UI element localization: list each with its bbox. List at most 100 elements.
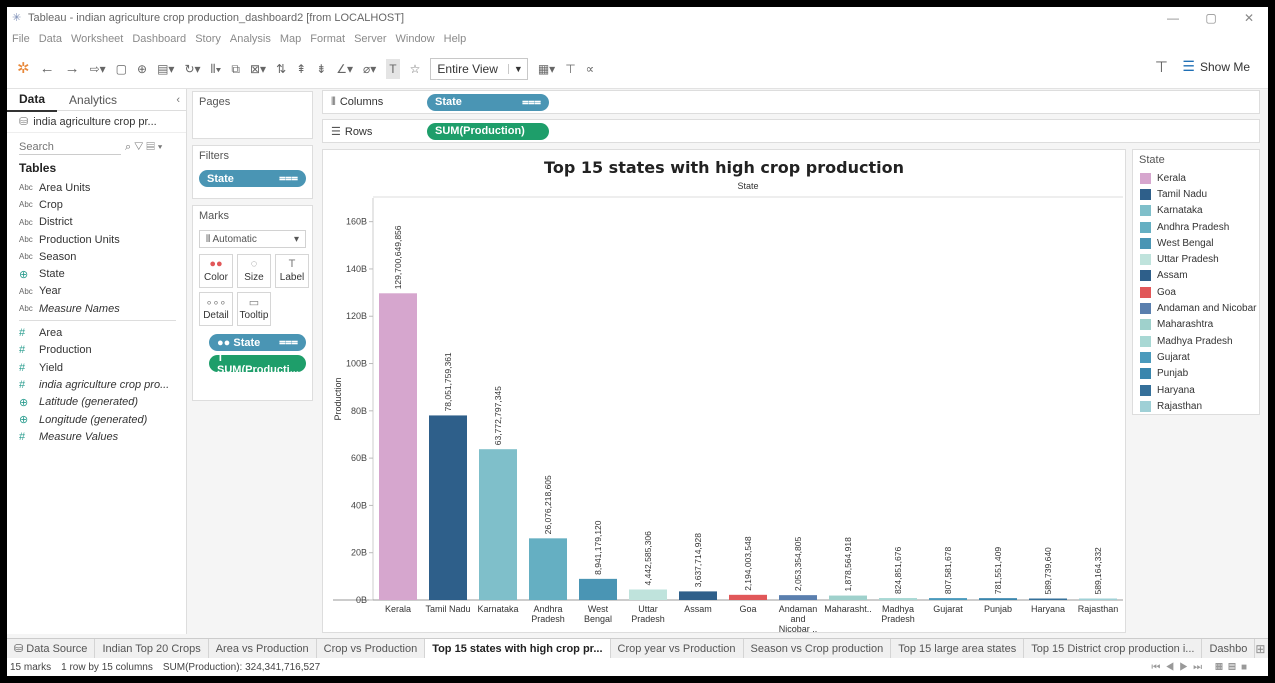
clear-sheet-icon[interactable]: ⊠▾ bbox=[250, 59, 266, 79]
menu-story[interactable]: Story bbox=[195, 33, 221, 45]
legend-item[interactable]: Andaman and Nicobar I.. bbox=[1133, 300, 1259, 316]
legend-item[interactable]: West Bengal bbox=[1133, 235, 1259, 251]
viz-area[interactable]: Top 15 states with high crop production … bbox=[322, 149, 1127, 634]
menu-data[interactable]: Data bbox=[39, 33, 62, 45]
field-item[interactable]: # india agriculture crop pro... bbox=[7, 376, 186, 393]
legend-item[interactable]: Assam bbox=[1133, 268, 1259, 284]
presentation-icon[interactable]: ⊤ bbox=[565, 59, 575, 79]
field-item[interactable]: # Measure Values bbox=[7, 428, 186, 445]
color-button[interactable]: ●● Color bbox=[199, 254, 233, 288]
show-me-button[interactable]: ☰ Show Me bbox=[1182, 58, 1250, 75]
field-item[interactable]: # Area bbox=[7, 324, 186, 341]
sheet-tab[interactable]: Top 15 states with high crop pr... bbox=[425, 638, 611, 659]
field-item[interactable]: Abc Production Units bbox=[7, 231, 186, 248]
field-item[interactable]: Abc Area Units bbox=[7, 179, 186, 196]
menu-file[interactable]: File bbox=[12, 33, 30, 45]
tooltip-button[interactable]: ▭ Tooltip bbox=[237, 292, 271, 326]
sheet-tab[interactable]: Top 15 District crop production i... bbox=[1024, 638, 1203, 659]
rows-pill-production[interactable]: SUM(Production) bbox=[427, 122, 549, 140]
sheet-tab[interactable]: Dashbo bbox=[1202, 638, 1256, 659]
pages-card[interactable]: Pages bbox=[192, 91, 313, 139]
sheet-tab[interactable]: Crop year vs Production bbox=[611, 638, 744, 659]
sort-descending-icon[interactable]: ⇟ bbox=[316, 59, 326, 79]
sheet-tab[interactable]: Season vs Crop production bbox=[744, 638, 892, 659]
duplicate-icon[interactable]: ⧉ bbox=[231, 59, 240, 79]
field-search-input[interactable] bbox=[19, 139, 121, 155]
filter-pill-state[interactable]: State ⩶ bbox=[199, 170, 306, 187]
tab-data[interactable]: Data bbox=[7, 88, 58, 112]
show-labels-icon[interactable]: T bbox=[386, 58, 400, 79]
sheet-nav-icons[interactable]: ⏮◀▶⏭ ▦▤■ bbox=[1151, 662, 1252, 673]
columns-pill-state[interactable]: State ⩶ bbox=[427, 93, 549, 111]
restore-button[interactable]: ▢ bbox=[1192, 7, 1230, 29]
forward-icon[interactable]: → bbox=[65, 59, 80, 79]
new-sheet-icons[interactable]: ⊞⊟⊡ bbox=[1255, 642, 1268, 656]
legend-item[interactable]: Haryana bbox=[1133, 382, 1259, 398]
field-item[interactable]: Abc Crop bbox=[7, 196, 186, 213]
fix-axes-icon[interactable]: ☆ bbox=[410, 59, 421, 79]
search-filter-icons[interactable]: ⌕▽▤▾ bbox=[125, 141, 165, 154]
new-chart-icon[interactable]: ⫴▾ bbox=[211, 59, 222, 79]
filters-card[interactable]: Filters State ⩶ bbox=[192, 145, 313, 199]
rows-shelf[interactable]: ☰ Rows SUM(Production) bbox=[322, 119, 1260, 143]
legend-item[interactable]: Punjab bbox=[1133, 366, 1259, 382]
detail-button[interactable]: ∘∘∘ Detail bbox=[199, 292, 233, 326]
back-icon[interactable]: ← bbox=[40, 59, 55, 79]
data-source-tab[interactable]: ⛁ Data Source bbox=[7, 638, 96, 659]
legend-item[interactable]: Rajasthan bbox=[1133, 398, 1259, 414]
bar-chart[interactable]: State 0B 20B 40B 60B 80B 100B 120B 140B 160B Produ… bbox=[323, 150, 1127, 634]
field-item[interactable]: Abc Measure Names bbox=[7, 300, 186, 317]
menu-server[interactable]: Server bbox=[354, 33, 386, 45]
save-icon[interactable]: ▢ bbox=[116, 59, 127, 79]
minimize-button[interactable]: — bbox=[1154, 7, 1192, 29]
refresh-icon[interactable]: ↻▾ bbox=[184, 59, 200, 79]
sheet-tab[interactable]: Top 15 large area states bbox=[891, 638, 1025, 659]
close-button[interactable]: ✕ bbox=[1230, 7, 1268, 29]
group-icon[interactable]: ⌀▾ bbox=[363, 59, 376, 79]
new-datasource-icon[interactable]: ⊕ bbox=[137, 59, 147, 79]
menu-worksheet[interactable]: Worksheet bbox=[71, 33, 123, 45]
sheet-tab[interactable]: Crop vs Production bbox=[317, 638, 426, 659]
sheet-tab[interactable]: Indian Top 20 Crops bbox=[95, 638, 209, 659]
legend-item[interactable]: Gujarat bbox=[1133, 349, 1259, 365]
field-item[interactable]: ⊕ Latitude (generated) bbox=[7, 394, 186, 411]
highlight-icon[interactable]: ∠▾ bbox=[336, 59, 353, 79]
field-item[interactable]: # Production bbox=[7, 342, 186, 359]
new-worksheet-icon[interactable]: ▤▾ bbox=[157, 59, 174, 79]
columns-shelf[interactable]: ⦀ Columns State ⩶ bbox=[322, 90, 1260, 114]
legend-item[interactable]: Goa bbox=[1133, 284, 1259, 300]
marks-pill-state[interactable]: ●● State ⩶ bbox=[209, 334, 306, 351]
size-button[interactable]: ◌ Size bbox=[237, 254, 271, 288]
legend-item[interactable]: Karnataka bbox=[1133, 203, 1259, 219]
collapse-pane-icon[interactable]: ‹ bbox=[176, 94, 180, 106]
field-item[interactable]: ⊕ Longitude (generated) bbox=[7, 411, 186, 428]
menu-window[interactable]: Window bbox=[396, 33, 435, 45]
share-icon[interactable]: ∝ bbox=[586, 59, 595, 79]
menu-map[interactable]: Map bbox=[280, 33, 301, 45]
menu-help[interactable]: Help bbox=[444, 33, 467, 45]
fit-select[interactable]: Entire View ▼ bbox=[430, 57, 528, 80]
color-legend[interactable]: State Kerala Tamil Nadu Karnataka Andhra Pr… bbox=[1132, 149, 1260, 415]
legend-item[interactable]: Madhya Pradesh bbox=[1133, 333, 1259, 349]
field-item[interactable]: Abc District bbox=[7, 214, 186, 231]
marks-pill-production[interactable]: T SUM(Producti... bbox=[209, 352, 306, 376]
field-item[interactable]: ⊕ State bbox=[7, 265, 186, 282]
tab-analytics[interactable]: Analytics bbox=[57, 89, 129, 111]
legend-item[interactable]: Kerala bbox=[1133, 170, 1259, 186]
label-button[interactable]: T Label bbox=[275, 254, 309, 288]
swap-icon[interactable]: ⇅ bbox=[276, 59, 286, 79]
sort-ascending-icon[interactable]: ⇞ bbox=[296, 59, 306, 79]
data-source-icon[interactable]: ⇨▾ bbox=[90, 59, 106, 79]
mark-type-select[interactable]: ⫴ Automatic ▾ bbox=[199, 230, 306, 248]
tableau-home-icon[interactable]: ✲ bbox=[17, 59, 30, 79]
pin-icon[interactable]: ⊤ bbox=[1155, 58, 1168, 76]
field-item[interactable]: Abc Season bbox=[7, 248, 186, 265]
legend-item[interactable]: Uttar Pradesh bbox=[1133, 251, 1259, 267]
field-item[interactable]: # Yield bbox=[7, 359, 186, 376]
datasource-item[interactable]: ⛁ india agriculture crop pr... bbox=[7, 111, 186, 133]
menu-dashboard[interactable]: Dashboard bbox=[132, 33, 186, 45]
legend-item[interactable]: Andhra Pradesh bbox=[1133, 219, 1259, 235]
legend-item[interactable]: Maharashtra bbox=[1133, 317, 1259, 333]
legend-item[interactable]: Tamil Nadu bbox=[1133, 186, 1259, 202]
sheet-tab[interactable]: Area vs Production bbox=[209, 638, 317, 659]
